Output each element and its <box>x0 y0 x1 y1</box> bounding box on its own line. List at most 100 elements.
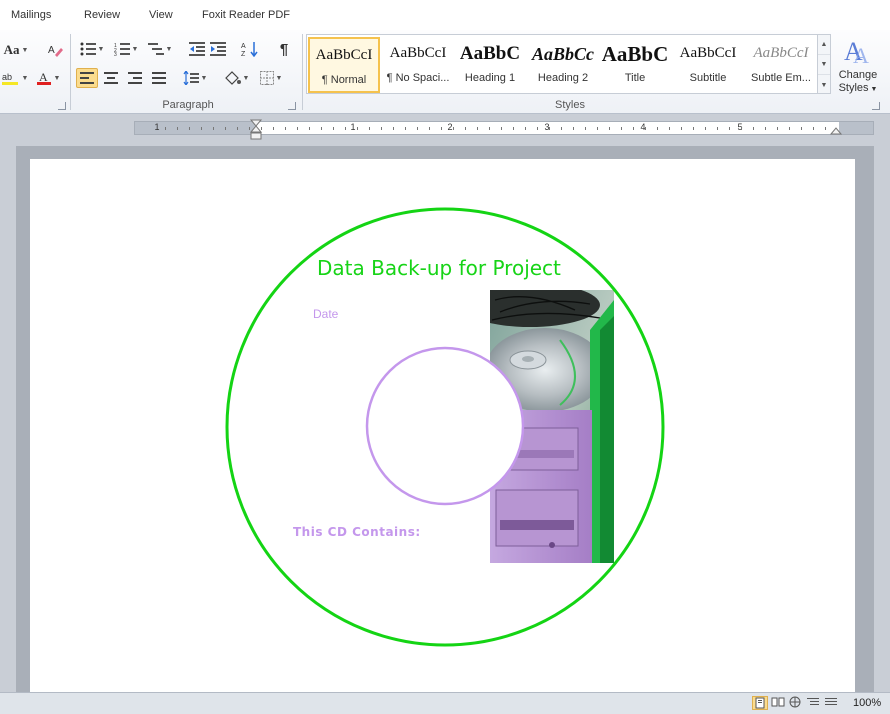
outline-view-button[interactable] <box>806 696 822 710</box>
tab-mailings[interactable]: Mailings <box>11 9 51 21</box>
shading-button[interactable]: ▼ <box>220 68 252 88</box>
style-name: Heading 2 <box>537 72 589 84</box>
font-dialog-launcher[interactable] <box>58 102 66 110</box>
ruler-tick <box>669 127 670 130</box>
more-styles-icon[interactable]: ▼ <box>818 75 830 95</box>
cd-label-contents[interactable]: This CD Contains: <box>293 525 421 539</box>
svg-text:Z: Z <box>241 51 246 57</box>
outline-icon <box>807 698 819 705</box>
ruler-tick <box>741 127 742 130</box>
ruler-tick <box>393 127 394 130</box>
style-preview: AaBbC <box>601 42 669 66</box>
style-preview: AaBbCcI <box>679 45 737 61</box>
ruler-tick <box>165 127 166 130</box>
decrease-indent-button[interactable] <box>187 39 207 59</box>
tab-review[interactable]: Review <box>84 9 120 21</box>
ruler-tick <box>297 127 298 130</box>
numbering-button[interactable]: 1 2 3 ▼ <box>111 39 141 59</box>
ruler-tick <box>417 127 418 130</box>
borders-button[interactable]: ▼ <box>256 68 286 88</box>
draft-view-button[interactable] <box>824 696 840 710</box>
full-screen-reading-view-button[interactable] <box>771 696 787 710</box>
svg-text:A: A <box>853 43 869 66</box>
style-heading-2[interactable]: AaBbCc Heading 2 <box>527 37 599 93</box>
style-normal[interactable]: AaBbCcI ¶ Normal <box>308 37 380 93</box>
clear-formatting-icon: A <box>48 45 63 57</box>
multilevel-list-button[interactable]: ▼ <box>145 39 175 59</box>
tab-view[interactable]: View <box>149 9 173 21</box>
ruler-tick <box>441 127 442 130</box>
increase-indent-button[interactable] <box>208 39 228 59</box>
document-page[interactable] <box>30 159 855 692</box>
style-title[interactable]: AaBbC Title <box>599 37 671 93</box>
style-name: Subtitle <box>689 72 727 84</box>
bullets-icon <box>80 42 96 56</box>
ruler-tick <box>537 127 538 130</box>
style-name: ¶ Normal <box>321 74 367 86</box>
ruler-tick <box>273 127 274 130</box>
ruler-tick <box>213 127 214 130</box>
style-no-spacing[interactable]: AaBbCcI ¶ No Spaci... <box>382 37 454 93</box>
change-case-button[interactable]: Aa ▼ <box>2 40 30 60</box>
style-name: ¶ No Spaci... <box>386 72 450 84</box>
ruler-tick <box>825 127 826 130</box>
ruler-tick <box>513 127 514 130</box>
ruler-tick <box>321 127 322 130</box>
styles-dialog-launcher[interactable] <box>872 102 880 110</box>
highlight-color-button[interactable]: ab ▼ <box>0 68 30 88</box>
cd-label-date[interactable]: Date <box>313 307 338 321</box>
scroll-down-icon[interactable]: ▼ <box>818 55 830 75</box>
change-styles-button[interactable]: A A Change Styles ▼ <box>836 34 880 96</box>
ruler-tick <box>333 127 334 130</box>
horizontal-ruler[interactable]: 1 1 2 3 4 5 <box>134 121 874 135</box>
indent-marker-icon[interactable] <box>249 117 263 143</box>
ruler-tick <box>597 127 598 130</box>
style-heading-1[interactable]: AaBbC Heading 1 <box>454 37 526 93</box>
right-indent-marker-icon[interactable] <box>830 124 842 136</box>
styles-gallery-scroll[interactable]: ▲ ▼ ▼ <box>817 34 831 94</box>
ruler-tick <box>657 127 658 130</box>
align-right-icon <box>128 72 142 84</box>
align-right-button[interactable] <box>124 68 146 88</box>
print-layout-view-button[interactable] <box>752 696 768 710</box>
show-formatting-marks-button[interactable]: ¶ <box>274 39 294 59</box>
style-name: Title <box>624 72 646 84</box>
style-preview: AaBbCcI <box>753 45 809 61</box>
change-styles-label-line1: Change <box>838 69 878 81</box>
ruler-tick <box>237 127 238 130</box>
style-name: Heading 1 <box>464 72 516 84</box>
bullets-button[interactable]: ▼ <box>77 39 107 59</box>
line-spacing-button[interactable]: ▼ <box>180 68 210 88</box>
style-subtitle[interactable]: AaBbCcI Subtitle <box>672 37 744 93</box>
ruler-tick <box>585 127 586 130</box>
scroll-up-icon[interactable]: ▲ <box>818 35 830 55</box>
align-center-button[interactable] <box>100 68 122 88</box>
web-layout-view-button[interactable] <box>788 696 804 710</box>
ruler-tick <box>465 127 466 130</box>
increase-indent-icon <box>210 42 226 56</box>
paragraph-dialog-launcher[interactable] <box>288 102 296 110</box>
ribbon: Aa ▼ A ab ▼ A ▼ ▼ 1 2 3 ▼ ▼ AZ ¶ ▼ ▼ ▼ P… <box>0 30 890 114</box>
ruler-tick <box>285 127 286 130</box>
paint-bucket-icon <box>224 71 241 85</box>
font-color-icon: A <box>36 70 51 85</box>
sort-icon: AZ <box>241 42 258 57</box>
cd-label-title[interactable]: Data Back-up for Project <box>317 256 561 280</box>
font-color-button[interactable]: A ▼ <box>33 68 63 88</box>
ruler-tick <box>705 127 706 130</box>
ruler-tick <box>573 127 574 130</box>
style-subtle-emphasis[interactable]: AaBbCcI Subtle Em... <box>745 37 817 93</box>
ruler-tick <box>345 127 346 130</box>
change-case-icon: Aa <box>3 42 20 57</box>
draft-icon <box>825 698 837 705</box>
ruler-tick <box>717 127 718 130</box>
clear-formatting-button[interactable]: A <box>44 40 66 60</box>
zoom-level[interactable]: 100% <box>853 697 881 709</box>
ruler-tick <box>177 127 178 130</box>
justify-button[interactable] <box>148 68 170 88</box>
ruler-tick <box>225 127 226 130</box>
align-left-button[interactable] <box>76 68 98 88</box>
svg-text:A: A <box>39 70 48 84</box>
tab-foxit-reader-pdf[interactable]: Foxit Reader PDF <box>202 9 290 21</box>
sort-button[interactable]: AZ <box>239 39 261 59</box>
